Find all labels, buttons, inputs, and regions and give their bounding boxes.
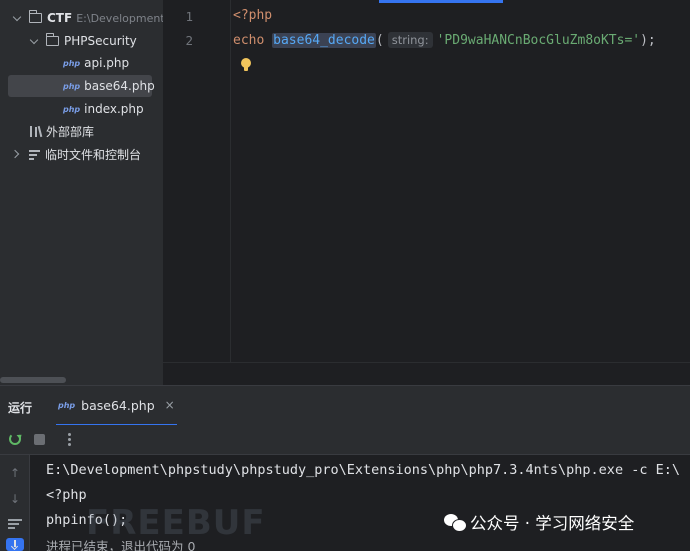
tree-item-label: base64.php [84,79,155,93]
php-open-tag: <?php [233,8,273,23]
folder-icon [45,33,59,46]
php-file-icon: php [63,104,81,114]
line-number: 1 [185,9,193,24]
tree-item-external-libraries[interactable]: 外部部库 [30,120,94,142]
lightbulb-icon[interactable] [241,58,251,72]
scratch-file-icon [29,149,41,160]
tree-item-ctf[interactable]: CTF E:\Development\ [11,7,163,29]
close-paren: ); [640,33,656,48]
rerun-icon[interactable] [9,433,21,445]
editor-breadcrumb-bar [163,362,690,385]
tree-item-label: api.php [84,56,130,70]
project-tree: CTF E:\Development\ PHPSecurity php api.… [0,0,163,385]
tree-item-path: E:\Development\ [76,11,163,25]
stop-icon[interactable] [34,434,45,445]
tree-item-label: index.php [84,102,144,116]
more-options-icon[interactable] [68,432,71,448]
arrow-up-icon[interactable]: ↑ [9,467,21,479]
code-line-2[interactable]: echo base64_decode(string: 'PD9waHANCnBoc… [233,32,656,48]
active-tab-indicator [379,0,503,3]
tree-item-api-php[interactable]: php api.php [63,52,129,74]
php-file-icon: php [63,58,81,68]
library-icon [30,125,42,137]
folder-icon [28,10,42,23]
editor-gutter: 1 2 [163,0,231,362]
code-line-1[interactable]: <?php [233,8,272,23]
wechat-watermark-text: 公众号 · 学习网络安全 [470,514,635,533]
close-icon[interactable]: × [165,398,175,412]
soft-wrap-icon[interactable] [8,519,22,529]
string-literal: 'PD9waHANCnBocGluZm8oKTs=' [436,33,641,48]
tree-item-label: PHPSecurity [64,34,137,48]
freebuf-watermark: FREEBUF [86,503,266,543]
function-name[interactable]: base64_decode [272,33,376,48]
console-line: <?php [46,487,87,503]
parameter-hint: string: [387,32,433,48]
run-toolbar [0,425,690,455]
php-file-icon: php [63,81,81,91]
tree-horizontal-scrollbar[interactable] [0,377,66,383]
php-file-icon: php [58,400,76,410]
tree-item-phpsecurity[interactable]: PHPSecurity [28,30,137,52]
tree-item-index-php[interactable]: php index.php [63,98,144,120]
run-tab-base64-php[interactable]: php base64.php × [56,386,177,426]
tree-item-label: 外部部库 [46,124,95,139]
echo-keyword: echo [233,33,265,48]
code-editor[interactable]: 1 2 <?php echo base64_decode(string: 'PD9… [163,0,690,385]
tree-item-label: 临时文件和控制台 [45,147,142,162]
chevron-down-icon[interactable] [11,12,23,24]
open-paren: ( [375,33,384,48]
chevron-right-icon[interactable] [11,148,23,160]
run-tool-window-header: 运行 php base64.php × [0,385,690,426]
scroll-to-end-icon[interactable] [6,538,24,551]
chevron-down-icon[interactable] [28,35,40,47]
tree-item-scratches[interactable]: 临时文件和控制台 [11,143,141,165]
tree-item-label: CTF [47,11,73,25]
wechat-icon [444,513,467,532]
console-side-toolbar: ↑ ↓ [0,455,30,551]
wechat-watermark: 公众号 · 学习网络安全 [444,510,634,534]
arrow-down-icon[interactable]: ↓ [9,493,21,505]
run-tab-label: base64.php [81,397,155,413]
console-line: E:\Development\phpstudy\phpstudy_pro\Ext… [46,462,680,478]
tree-item-base64-php[interactable]: php base64.php [8,75,155,97]
run-panel-title: 运行 [8,401,33,415]
line-number: 2 [185,33,193,48]
